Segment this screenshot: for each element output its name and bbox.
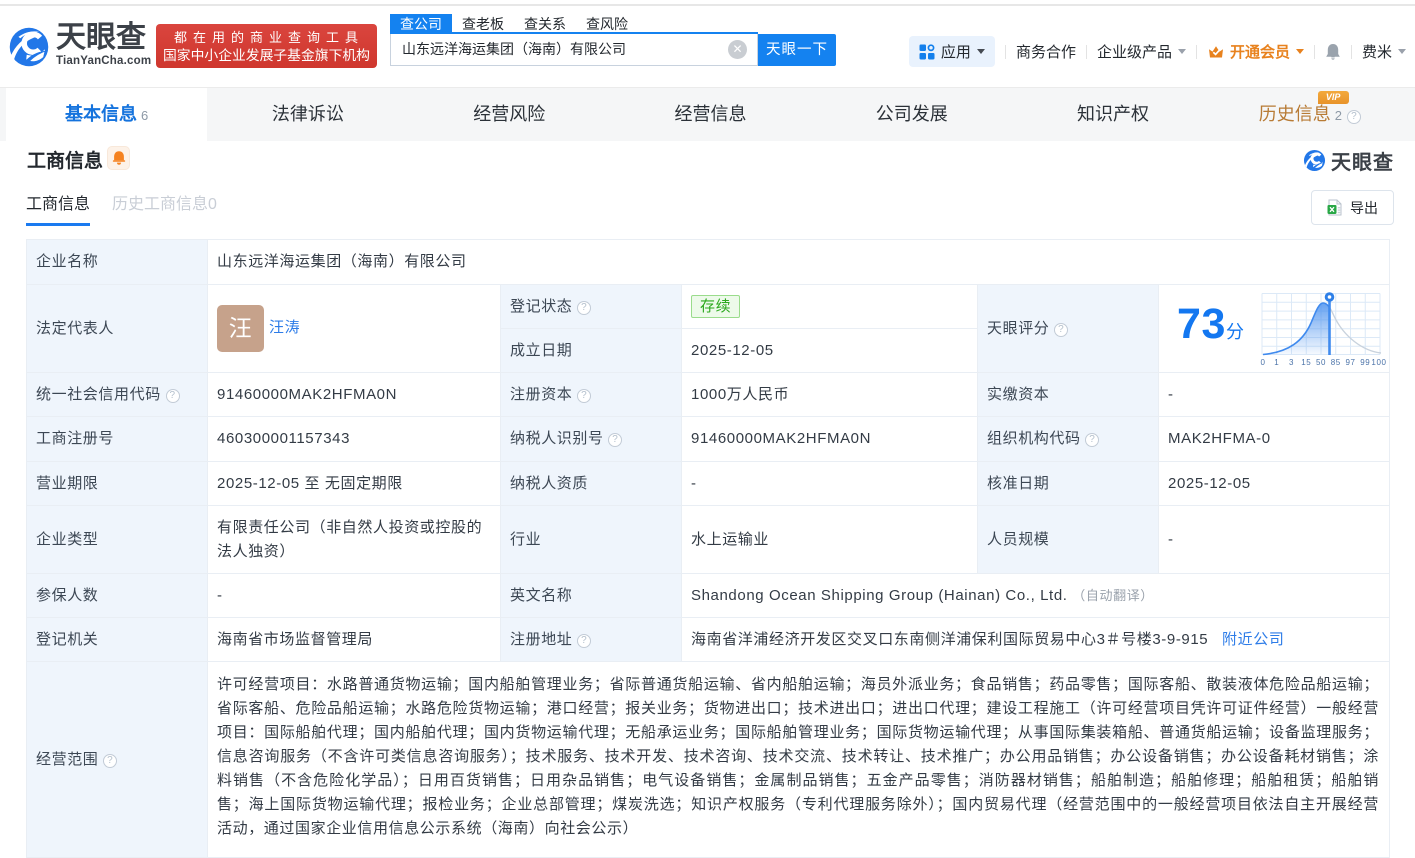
- svg-text:85: 85: [1330, 358, 1340, 367]
- svg-text:97: 97: [1345, 358, 1355, 367]
- svg-text:3: 3: [1289, 358, 1294, 367]
- svg-text:15: 15: [1301, 358, 1311, 367]
- svg-text:99: 99: [1360, 358, 1370, 367]
- svg-text:0: 0: [1260, 358, 1265, 367]
- svg-text:50: 50: [1316, 358, 1326, 367]
- svg-text:1: 1: [1274, 358, 1279, 367]
- svg-text:100: 100: [1371, 358, 1386, 367]
